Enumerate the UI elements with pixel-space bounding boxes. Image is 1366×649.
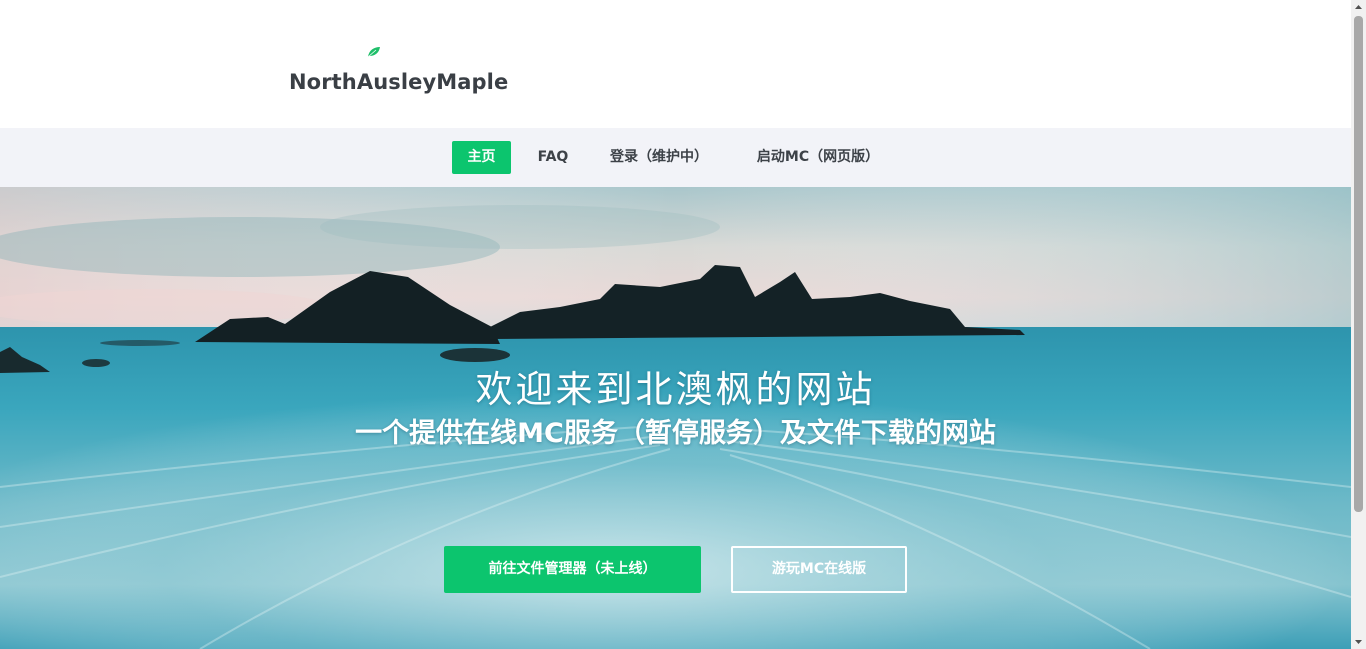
nav-item-launch-mc[interactable]: 启动MC（网页版） [748, 141, 888, 174]
nav-item-faq[interactable]: FAQ [527, 141, 579, 174]
vertical-scrollbar[interactable] [1351, 0, 1366, 649]
play-mc-online-button[interactable]: 游玩MC在线版 [731, 546, 907, 593]
file-manager-button[interactable]: 前往文件管理器（未上线） [444, 546, 701, 593]
nav-item-home[interactable]: 主页 [452, 141, 511, 174]
leaf-icon [367, 47, 380, 58]
site-header: NorthAusleyMaple [0, 0, 1351, 128]
scrollbar-thumb[interactable] [1354, 16, 1363, 512]
site-name: NorthAusleyMaple [289, 70, 509, 94]
scroll-down-arrow-icon[interactable] [1351, 635, 1366, 649]
main-nav: 主页 FAQ 登录（维护中） 启动MC（网页版） [0, 128, 1351, 187]
nav-item-login[interactable]: 登录（维护中） [600, 141, 718, 174]
page: NorthAusleyMaple 主页 FAQ 登录（维护中） 启动MC（网页版… [0, 0, 1351, 649]
scroll-up-arrow-icon[interactable] [1351, 0, 1366, 14]
hero-title: 欢迎来到北澳枫的网站 [475, 368, 876, 411]
hero-subtitle: 一个提供在线MC服务（暂停服务）及文件下载的网站 [355, 418, 996, 449]
hero-section: 欢迎来到北澳枫的网站 一个提供在线MC服务（暂停服务）及文件下载的网站 前往文件… [0, 187, 1351, 649]
